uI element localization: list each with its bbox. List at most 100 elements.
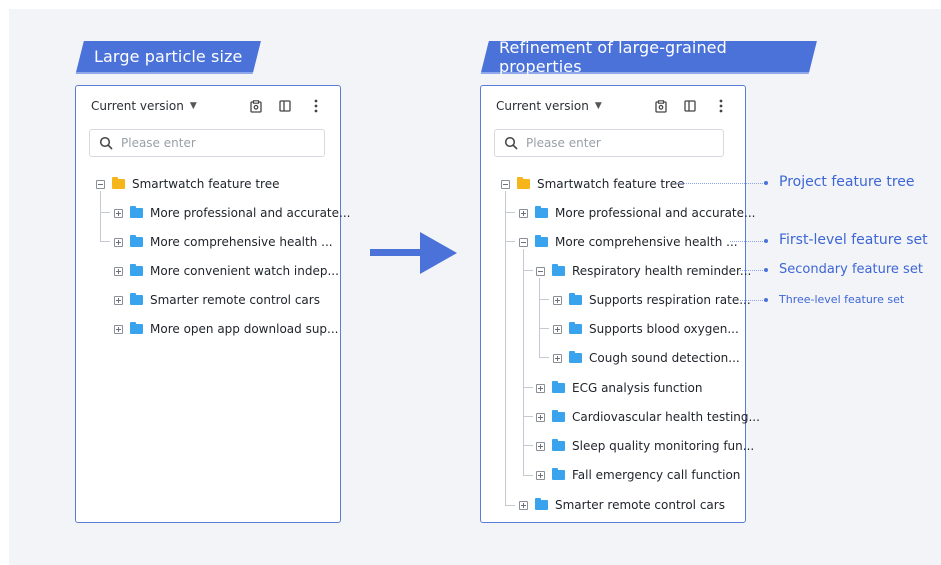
expand-icon[interactable]: [553, 353, 562, 363]
search-input[interactable]: Please enter: [494, 129, 724, 157]
search-placeholder: Please enter: [121, 136, 196, 150]
collapse-icon[interactable]: [501, 179, 510, 189]
tree-item[interactable]: ECG analysis function: [536, 377, 703, 399]
folder-icon: [569, 351, 582, 363]
folder-icon: [130, 264, 143, 276]
collapse-icon[interactable]: [536, 266, 545, 276]
version-dropdown[interactable]: Current version ▼: [496, 99, 602, 113]
tree-connector: [100, 241, 110, 242]
expand-icon[interactable]: [114, 324, 123, 334]
expand-icon[interactable]: [553, 295, 562, 305]
collapse-icon[interactable]: [96, 179, 105, 189]
folder-icon: [552, 264, 565, 276]
left-panel: Current version ▼ Please enter Smartwatc…: [75, 85, 350, 523]
tree-item-label: Cardiovascular health testing...: [572, 410, 760, 424]
tree-item[interactable]: Sleep quality monitoring fun...: [536, 435, 754, 457]
folder-icon: [569, 322, 582, 334]
annotation-third: Three-level feature set: [779, 293, 905, 306]
folder-icon: [535, 206, 548, 218]
tree-connector: [523, 416, 533, 417]
annotation-project: Project feature tree: [779, 174, 915, 190]
arrow-right-icon: [370, 232, 457, 274]
annotation-leader: [740, 270, 765, 271]
expand-icon[interactable]: [114, 237, 123, 247]
tree-item-label: More professional and accurate...: [150, 206, 351, 220]
expand-icon[interactable]: [519, 500, 528, 510]
tree-connector: [100, 212, 110, 213]
tree-item-label: More convenient watch indep...: [150, 264, 339, 278]
tree-connector: [505, 241, 515, 242]
folder-icon: [552, 468, 565, 480]
tree-connector: [505, 212, 515, 213]
clipboard-icon[interactable]: [248, 98, 264, 114]
tree-item-label: Cough sound detection...: [589, 351, 740, 365]
expand-icon[interactable]: [536, 412, 545, 422]
folder-icon: [130, 293, 143, 305]
tree-item[interactable]: Respiratory health reminder...: [536, 260, 751, 282]
expand-icon[interactable]: [114, 295, 123, 305]
search-icon: [504, 136, 518, 150]
tree-connector: [100, 191, 101, 241]
tree-item[interactable]: More professional and accurate...: [114, 202, 350, 224]
tree-connector: [523, 249, 524, 475]
expand-icon[interactable]: [536, 383, 545, 393]
folder-icon: [552, 410, 565, 422]
tree-connector: [523, 270, 533, 271]
folder-icon: [517, 177, 530, 189]
annotation-first: First-level feature set: [779, 232, 928, 248]
expand-icon[interactable]: [114, 266, 123, 276]
folder-icon: [130, 206, 143, 218]
annotation-dot: [764, 298, 768, 302]
tree-item[interactable]: Supports blood oxygen...: [553, 318, 739, 340]
tree-item[interactable]: Supports respiration rate...: [553, 289, 751, 311]
tree-item[interactable]: More comprehensive health ...: [114, 231, 333, 253]
tree-item[interactable]: More professional and accurate...: [519, 202, 755, 224]
tree-connector: [539, 299, 549, 300]
tree-item[interactable]: Cardiovascular health testing...: [536, 406, 760, 428]
collapse-icon[interactable]: [519, 237, 528, 247]
annotation-leader: [740, 300, 765, 301]
tree-item[interactable]: More open app download sup...: [114, 318, 338, 340]
tree-item[interactable]: Fall emergency call function: [536, 464, 740, 486]
tree-item[interactable]: More convenient watch indep...: [114, 260, 339, 282]
tree-item[interactable]: More comprehensive health ...: [519, 231, 738, 253]
tree-item-label: ECG analysis function: [572, 381, 703, 395]
split-view-icon[interactable]: [277, 98, 293, 114]
tree-connector: [539, 328, 549, 329]
search-placeholder: Please enter: [526, 136, 601, 150]
expand-icon[interactable]: [536, 470, 545, 480]
clipboard-icon[interactable]: [653, 98, 669, 114]
version-label: Current version: [91, 99, 184, 113]
tree-connector: [505, 191, 506, 505]
tree-connector: [523, 445, 533, 446]
tree-item-label: More professional and accurate...: [555, 206, 756, 220]
folder-icon: [112, 177, 125, 189]
expand-icon[interactable]: [519, 208, 528, 218]
search-input[interactable]: Please enter: [89, 129, 325, 157]
panel-header: Current version ▼: [481, 86, 745, 126]
version-dropdown[interactable]: Current version ▼: [91, 99, 197, 113]
panel-header: Current version ▼: [76, 86, 340, 126]
split-view-icon[interactable]: [682, 98, 698, 114]
expand-icon[interactable]: [536, 441, 545, 451]
tree-item[interactable]: Smarter remote control cars: [114, 289, 320, 311]
tree-connector: [523, 475, 533, 476]
tree-item[interactable]: Cough sound detection...: [553, 347, 740, 369]
annotation-leader: [730, 241, 765, 242]
tree-item-label: Supports blood oxygen...: [589, 322, 739, 336]
more-vertical-icon[interactable]: [713, 98, 729, 114]
tree-root-label: Smartwatch feature tree: [132, 177, 280, 191]
tree-item-label: Supports respiration rate...: [589, 293, 751, 307]
tree-connector: [539, 357, 549, 358]
folder-icon: [130, 322, 143, 334]
tree-root[interactable]: Smartwatch feature tree: [501, 173, 684, 195]
expand-icon[interactable]: [114, 208, 123, 218]
tree-item[interactable]: Smarter remote control cars: [519, 494, 725, 516]
version-label: Current version: [496, 99, 589, 113]
tree-root-label: Smartwatch feature tree: [537, 177, 685, 191]
search-icon: [99, 136, 113, 150]
more-vertical-icon[interactable]: [308, 98, 324, 114]
expand-icon[interactable]: [553, 324, 562, 334]
tree-root[interactable]: Smartwatch feature tree: [96, 173, 279, 195]
folder-icon: [569, 293, 582, 305]
